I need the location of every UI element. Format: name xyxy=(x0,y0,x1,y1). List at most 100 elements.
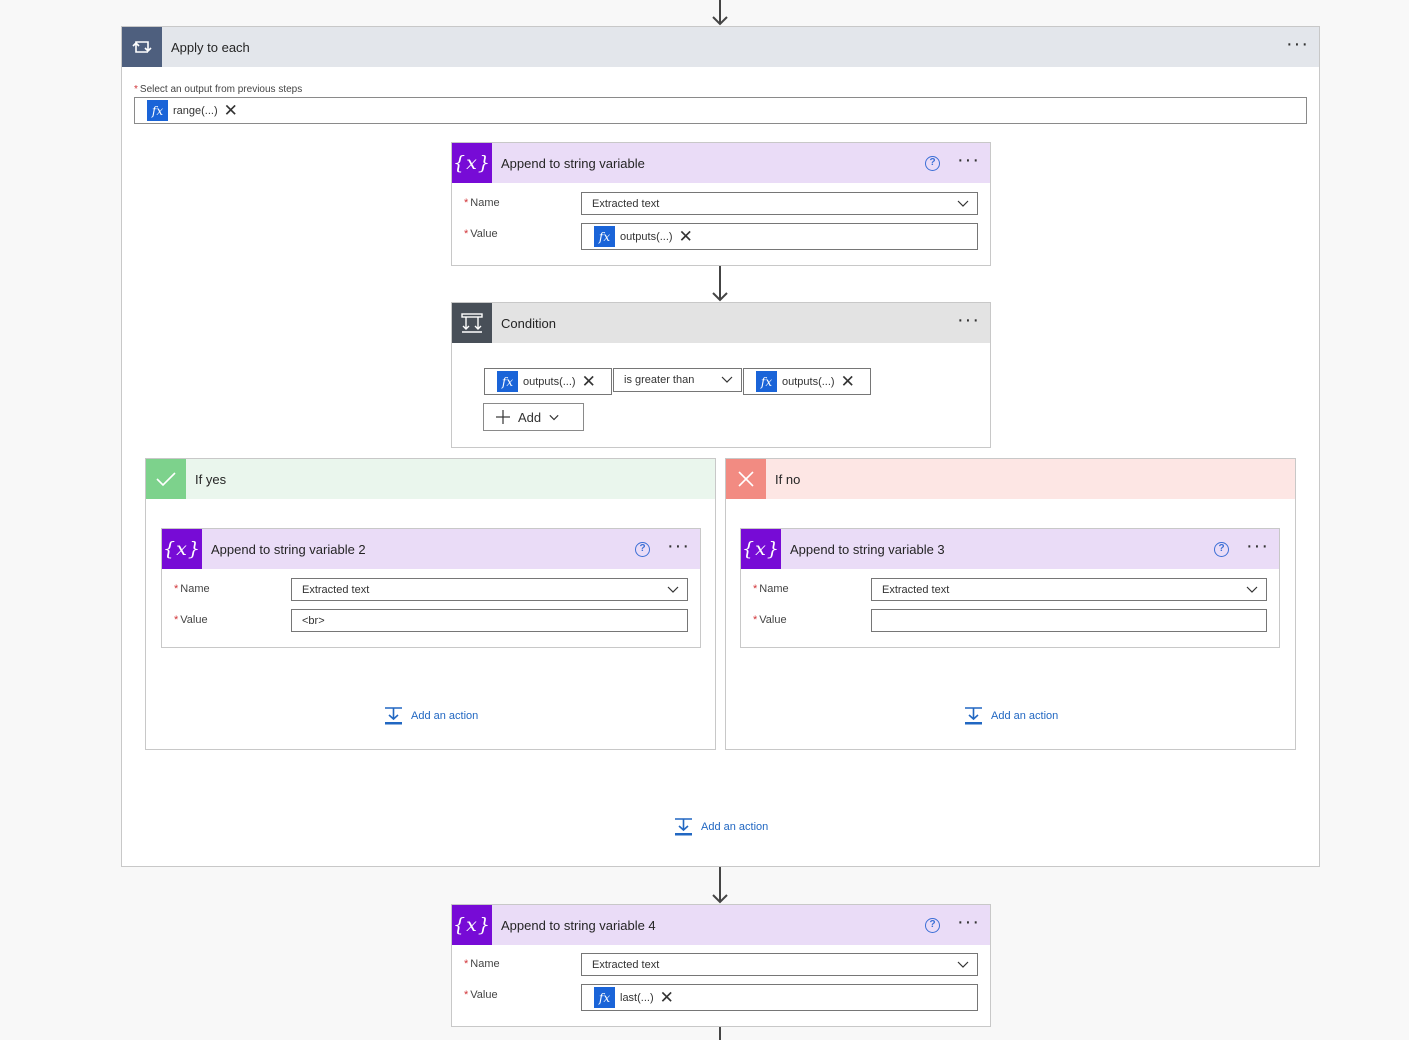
expression-icon: fx xyxy=(147,100,168,121)
close-icon[interactable]: ✕ xyxy=(679,228,693,245)
chevron-down-icon xyxy=(957,961,969,968)
name-dropdown[interactable]: Extracted text xyxy=(581,192,978,215)
help-icon[interactable]: ? xyxy=(635,542,650,557)
outputs-token: fx outputs(...) ✕ xyxy=(756,371,855,392)
chevron-down-icon xyxy=(667,586,679,593)
name-value: Extracted text xyxy=(592,958,660,971)
append-variable-header-1[interactable]: {x} Append to string variable ? ··· xyxy=(452,143,990,183)
name-dropdown[interactable]: Extracted text xyxy=(291,578,688,601)
outputs-token: fx outputs(...) ✕ xyxy=(497,371,596,392)
arrow-down-icon xyxy=(710,867,730,904)
help-icon[interactable]: ? xyxy=(1214,542,1229,557)
expression-icon: fx xyxy=(497,371,518,392)
name-label: * Name xyxy=(753,583,789,595)
name-label: * Name xyxy=(464,197,500,209)
close-icon xyxy=(726,459,766,499)
name-value: Extracted text xyxy=(882,583,950,596)
condition-left-operand[interactable]: fx outputs(...) ✕ xyxy=(484,368,612,395)
close-icon[interactable]: ✕ xyxy=(841,373,855,390)
add-action-icon xyxy=(675,818,692,836)
add-action-icon xyxy=(965,707,982,725)
value-label: * Value xyxy=(753,614,787,626)
append-variable-card-3: {x} Append to string variable 3 ? ··· * N… xyxy=(740,528,1280,648)
append-variable-header-2[interactable]: {x} Append to string variable 2 ? ··· xyxy=(162,529,700,569)
value-label: * Value xyxy=(464,989,498,1001)
name-dropdown[interactable]: Extracted text xyxy=(581,953,978,976)
expression-icon: fx xyxy=(756,371,777,392)
append-variable-card-4: {x} Append to string variable 4 ? ··· * N… xyxy=(451,904,991,1027)
branch-title: If no xyxy=(775,471,801,487)
value-label: * Value xyxy=(174,614,208,626)
operator-value: is greater than xyxy=(624,374,695,386)
add-an-action-link[interactable]: Add an action xyxy=(384,707,478,725)
chevron-down-icon xyxy=(1246,586,1258,593)
check-icon xyxy=(146,459,186,499)
add-action-label: Add an action xyxy=(701,821,769,833)
flow-canvas: Apply to each ··· * Select an output from… xyxy=(0,0,1409,1040)
more-options-icon[interactable]: ··· xyxy=(957,310,980,330)
add-an-action-link[interactable]: Add an action xyxy=(674,818,768,836)
variable-icon: {x} xyxy=(452,143,492,183)
condition-operator-dropdown[interactable]: is greater than xyxy=(613,368,742,392)
name-label: * Name xyxy=(464,958,500,970)
card-title: Condition xyxy=(501,315,556,331)
card-title: Append to string variable 4 xyxy=(501,917,656,933)
more-options-icon[interactable]: ··· xyxy=(667,536,690,556)
chevron-down-icon xyxy=(549,414,559,421)
add-action-icon xyxy=(385,707,402,725)
select-output-field[interactable]: fx range(...) ✕ xyxy=(134,97,1307,124)
apply-to-each-header[interactable]: Apply to each ··· xyxy=(122,27,1319,67)
condition-right-operand[interactable]: fx outputs(...) ✕ xyxy=(743,368,871,395)
variable-icon: {x} xyxy=(741,529,781,569)
if-no-header[interactable]: If no xyxy=(726,459,1295,499)
apply-to-each-title: Apply to each xyxy=(171,39,250,55)
append-variable-card-1: {x} Append to string variable ? ··· * Nam… xyxy=(451,142,991,266)
close-icon[interactable]: ✕ xyxy=(660,989,674,1006)
append-variable-header-3[interactable]: {x} Append to string variable 3 ? ··· xyxy=(741,529,1279,569)
add-condition-button[interactable]: Add xyxy=(483,403,584,431)
value-field[interactable]: fx outputs(...) ✕ xyxy=(581,223,978,250)
more-options-icon[interactable]: ··· xyxy=(957,150,980,170)
if-yes-header[interactable]: If yes xyxy=(146,459,715,499)
expression-icon: fx xyxy=(594,226,615,247)
card-title: Append to string variable 2 xyxy=(211,541,366,557)
arrow-down-icon xyxy=(710,266,730,302)
name-value: Extracted text xyxy=(302,583,370,596)
more-options-icon[interactable]: ··· xyxy=(957,912,980,932)
if-yes-branch: If yes {x} Append to string variable 2 ?… xyxy=(145,458,716,750)
add-action-label: Add an action xyxy=(991,710,1059,722)
close-icon[interactable]: ✕ xyxy=(224,102,238,119)
range-token: fx range(...) ✕ xyxy=(147,100,238,121)
arrow-down-icon xyxy=(710,0,730,26)
condition-card: Condition ··· fx outputs(...) ✕ is great… xyxy=(451,302,991,448)
chevron-down-icon xyxy=(957,200,969,207)
arrow-line xyxy=(710,1027,730,1040)
condition-header[interactable]: Condition ··· xyxy=(452,303,990,343)
value-field[interactable] xyxy=(871,609,1267,632)
value-field[interactable]: <br> xyxy=(291,609,688,632)
help-icon[interactable]: ? xyxy=(925,156,940,171)
if-no-branch: If no {x} Append to string variable 3 ? … xyxy=(725,458,1296,750)
card-title: Append to string variable 3 xyxy=(790,541,945,557)
plus-icon xyxy=(496,410,510,424)
outputs-token: fx outputs(...) ✕ xyxy=(594,226,693,247)
chevron-down-icon xyxy=(721,376,733,383)
more-options-icon[interactable]: ··· xyxy=(1286,34,1309,54)
add-an-action-link[interactable]: Add an action xyxy=(964,707,1058,725)
name-dropdown[interactable]: Extracted text xyxy=(871,578,1267,601)
branch-title: If yes xyxy=(195,471,227,487)
add-action-label: Add an action xyxy=(411,710,479,722)
loop-icon xyxy=(122,27,162,67)
more-options-icon[interactable]: ··· xyxy=(1246,536,1269,556)
value-label: * Value xyxy=(464,228,498,240)
append-variable-card-2: {x} Append to string variable 2 ? ··· * N… xyxy=(161,528,701,648)
condition-icon xyxy=(452,303,492,343)
value-text: <br> xyxy=(302,614,325,627)
close-icon[interactable]: ✕ xyxy=(582,373,596,390)
help-icon[interactable]: ? xyxy=(925,918,940,933)
variable-icon: {x} xyxy=(452,905,492,945)
name-value: Extracted text xyxy=(592,197,660,210)
value-field[interactable]: fx last(...) ✕ xyxy=(581,984,978,1011)
select-output-label: * Select an output from previous steps xyxy=(134,84,303,95)
append-variable-header-4[interactable]: {x} Append to string variable 4 ? ··· xyxy=(452,905,990,945)
